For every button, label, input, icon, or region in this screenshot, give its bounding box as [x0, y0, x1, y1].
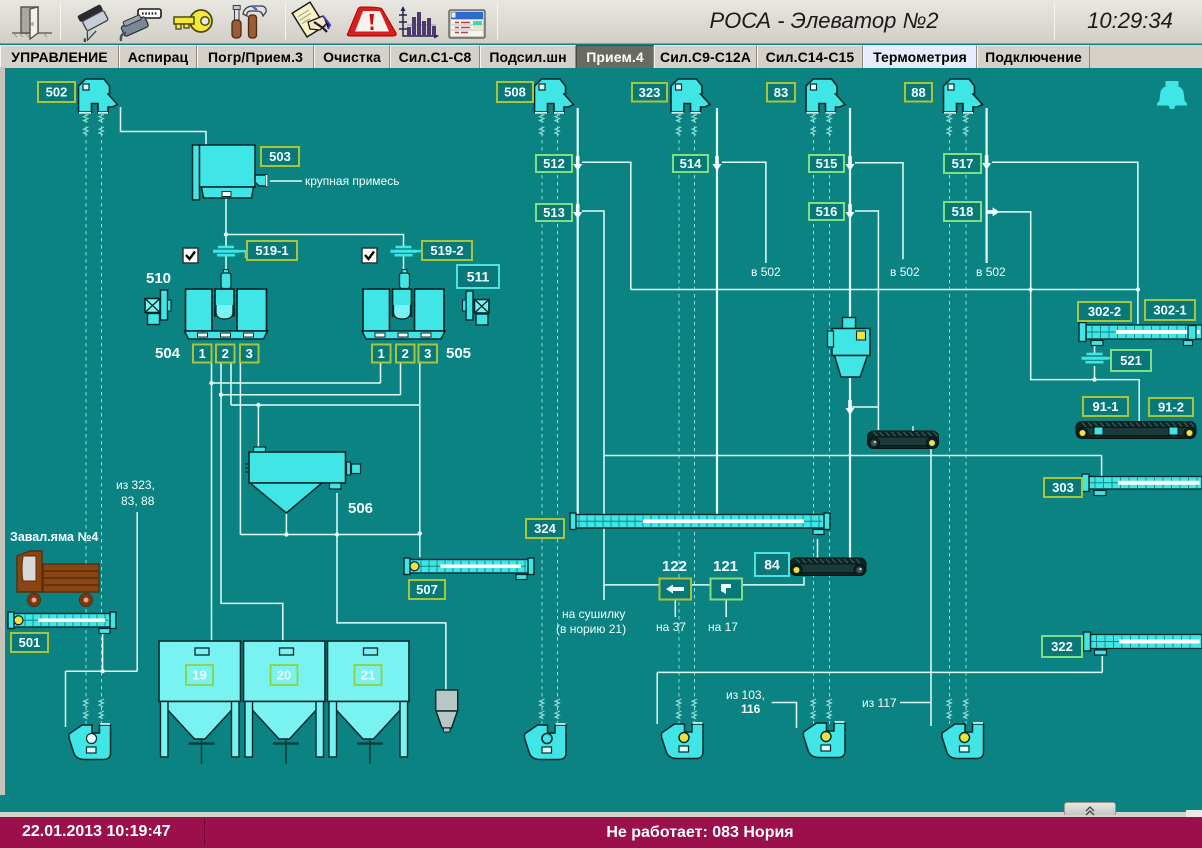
svg-text:303: 303: [1052, 480, 1074, 495]
svg-text:322: 322: [1051, 639, 1073, 654]
svg-text:519-2: 519-2: [430, 243, 463, 258]
svg-text:2: 2: [222, 346, 229, 361]
svg-text:116: 116: [741, 702, 761, 716]
svg-text:из 117: из 117: [862, 696, 897, 710]
svg-text:302-1: 302-1: [1153, 303, 1186, 318]
svg-text:21: 21: [361, 668, 375, 683]
svg-text:514: 514: [680, 156, 702, 171]
svg-text:508: 508: [504, 85, 526, 100]
svg-text:в 502: в 502: [751, 265, 781, 279]
svg-text:Завал.яма №4: Завал.яма №4: [10, 530, 98, 544]
svg-text:1: 1: [199, 346, 206, 361]
svg-text:крупная примесь: крупная примесь: [305, 174, 399, 188]
svg-text:507: 507: [416, 582, 438, 597]
svg-text:515: 515: [816, 156, 838, 171]
svg-text:502: 502: [46, 85, 68, 100]
svg-text:из 323,: из 323,: [116, 478, 155, 492]
svg-text:в 502: в 502: [976, 265, 1006, 279]
svg-text:506: 506: [348, 500, 373, 517]
svg-text:84: 84: [764, 557, 780, 573]
svg-text:на 17: на 17: [708, 620, 738, 634]
svg-text:516: 516: [816, 204, 838, 219]
svg-text:518: 518: [952, 204, 974, 219]
svg-text:в 502: в 502: [890, 265, 920, 279]
svg-text:503: 503: [269, 149, 291, 164]
svg-text:505: 505: [446, 345, 471, 362]
svg-text:83, 88: 83, 88: [121, 494, 155, 508]
svg-text:на 37: на 37: [656, 620, 686, 634]
svg-text:511: 511: [467, 269, 490, 285]
svg-text:3: 3: [246, 346, 253, 361]
svg-text:на сушилку: на сушилку: [562, 607, 625, 621]
svg-text:501: 501: [19, 635, 41, 650]
svg-text:83: 83: [774, 85, 788, 100]
svg-text:517: 517: [952, 156, 974, 171]
svg-text:88: 88: [911, 85, 925, 100]
svg-text:2: 2: [402, 346, 409, 361]
svg-text:20: 20: [277, 668, 291, 683]
svg-text:из 103,: из 103,: [726, 688, 765, 702]
svg-text:121: 121: [713, 558, 738, 575]
svg-text:510: 510: [146, 270, 171, 287]
svg-text:521: 521: [1120, 353, 1142, 368]
svg-text:122: 122: [662, 558, 687, 575]
svg-text:1: 1: [378, 346, 385, 361]
svg-text:504: 504: [155, 345, 181, 362]
svg-text:513: 513: [543, 205, 565, 220]
svg-text:512: 512: [543, 156, 565, 171]
svg-text:323: 323: [639, 85, 661, 100]
svg-text:3: 3: [424, 346, 431, 361]
svg-text:91-2: 91-2: [1158, 400, 1184, 415]
svg-text:(в норию 21): (в норию 21): [556, 622, 626, 636]
svg-text:302-2: 302-2: [1088, 304, 1121, 319]
svg-text:324: 324: [534, 521, 556, 536]
svg-text:19: 19: [192, 668, 206, 683]
svg-text:91-1: 91-1: [1092, 399, 1118, 414]
svg-text:519-1: 519-1: [255, 243, 288, 258]
